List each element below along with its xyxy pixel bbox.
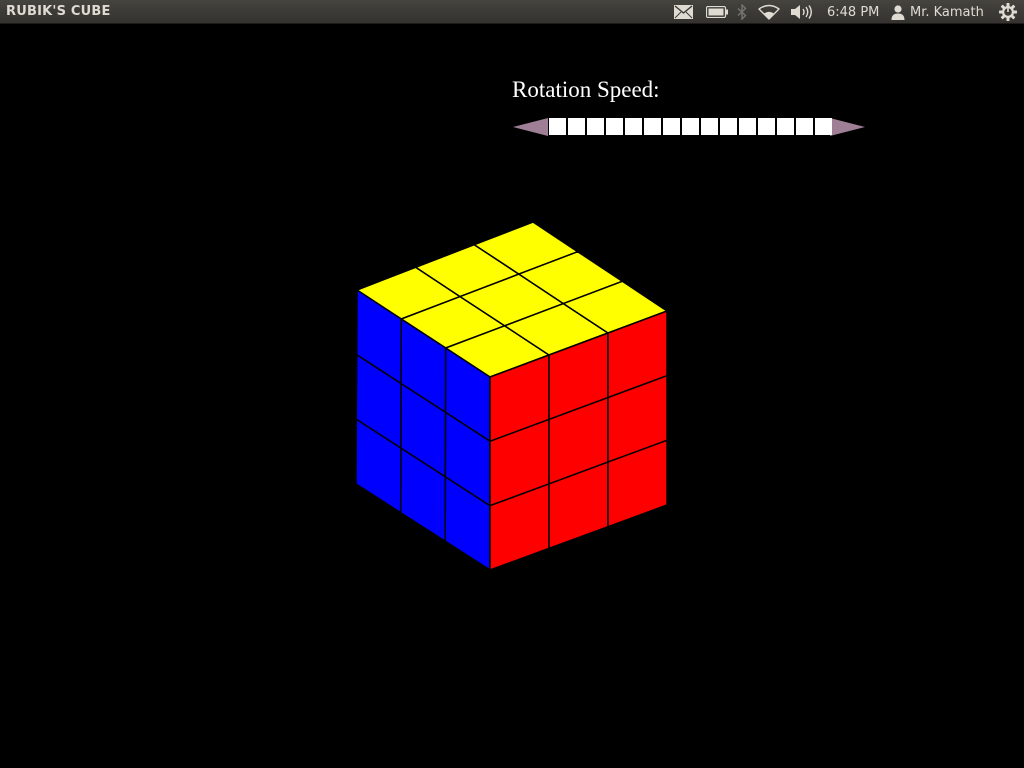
rubiks-cube[interactable] <box>0 0 1024 768</box>
